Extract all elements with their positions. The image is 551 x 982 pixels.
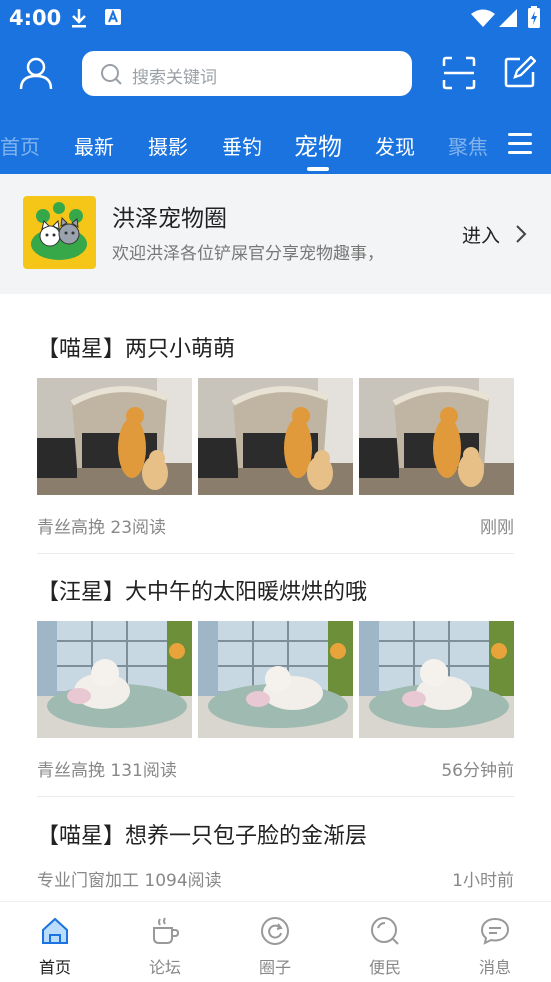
coffee-cup-icon	[150, 916, 180, 946]
nav-label: 消息	[478, 958, 511, 977]
tab-fishing[interactable]: 垂钓	[222, 131, 262, 160]
status-time: 4:00	[9, 6, 62, 30]
chat-bubble-icon	[480, 916, 510, 946]
post-author-reads: 青丝高挽 131阅读	[37, 761, 177, 781]
nav-services[interactable]: 便民	[330, 902, 440, 982]
post-image[interactable]	[198, 378, 353, 495]
post-title: 【汪星】大中午的太阳暖烘烘的哦	[37, 580, 368, 605]
scan-icon[interactable]	[442, 56, 476, 94]
search-placeholder: 搜索关键词	[132, 68, 217, 88]
circle-logo	[23, 196, 96, 269]
nav-label: 论坛	[148, 958, 181, 977]
post-title: 【喵星】想养一只包子脸的金渐层	[37, 824, 368, 849]
chevron-right-icon	[515, 224, 527, 248]
home-icon	[40, 916, 70, 946]
signal-icon	[499, 9, 517, 31]
app-header: 4:00 搜索关键词 首页 最新 摄影 垂钓 宠物 发现 聚焦	[0, 0, 551, 174]
nav-forum[interactable]: 论坛	[110, 902, 220, 982]
tab-home[interactable]: 首页	[0, 131, 40, 160]
active-tab-indicator	[307, 167, 329, 171]
tab-discover[interactable]: 发现	[375, 131, 415, 160]
post-author-reads: 青丝高挽 23阅读	[37, 518, 167, 538]
status-bar: 4:00	[0, 0, 551, 36]
nav-home[interactable]: 首页	[0, 902, 110, 982]
post-image[interactable]	[359, 621, 514, 738]
battery-charging-icon	[528, 6, 540, 32]
circle-description: 欢迎洪泽各位铲屎官分享宠物趣事，	[112, 244, 384, 264]
nav-label: 圈子	[258, 958, 291, 977]
post-time: 1小时前	[452, 871, 514, 891]
tab-focus[interactable]: 聚焦	[448, 131, 488, 160]
search-icon	[100, 63, 122, 89]
enter-circle-button[interactable]: 进入	[462, 221, 500, 248]
post-image[interactable]	[198, 621, 353, 738]
tab-photography[interactable]: 摄影	[148, 131, 188, 160]
search-circle-icon	[370, 916, 400, 946]
search-input[interactable]: 搜索关键词	[82, 51, 412, 96]
tab-latest[interactable]: 最新	[74, 131, 114, 160]
menu-icon[interactable]	[508, 133, 532, 160]
nav-label: 便民	[368, 958, 401, 977]
circle-name: 洪泽宠物圈	[112, 206, 227, 232]
tab-pets[interactable]: 宠物	[294, 127, 342, 162]
wifi-icon	[471, 9, 495, 31]
download-icon	[70, 8, 88, 32]
post-image[interactable]	[37, 621, 192, 738]
category-tabs: 首页 最新 摄影 垂钓 宠物 发现 聚焦	[0, 115, 551, 171]
divider	[37, 553, 514, 554]
top-bar: 搜索关键词	[0, 44, 551, 104]
post-images	[37, 621, 514, 738]
post-image[interactable]	[359, 378, 514, 495]
post-time: 56分钟前	[441, 761, 514, 781]
pet-circle-card[interactable]: 洪泽宠物圈 欢迎洪泽各位铲屎官分享宠物趣事， 进入	[0, 175, 551, 293]
post-images	[37, 378, 514, 495]
post-title: 【喵星】两只小萌萌	[37, 337, 236, 362]
edit-post-icon[interactable]	[504, 55, 537, 92]
nav-messages[interactable]: 消息	[440, 902, 550, 982]
post-author-reads: 专业门窗加工 1094阅读	[37, 871, 222, 891]
refresh-circle-icon	[260, 916, 290, 946]
post-feed: 【喵星】两只小萌萌 青丝高挽 23阅读 刚刚 【汪星】大中午的太阳暖烘烘的哦 青…	[0, 294, 551, 901]
nav-label: 首页	[38, 958, 71, 977]
post-time: 刚刚	[480, 518, 514, 538]
user-avatar-icon[interactable]	[19, 56, 53, 94]
post-image[interactable]	[37, 378, 192, 495]
font-app-icon	[104, 8, 122, 30]
divider	[37, 796, 514, 797]
bottom-navigation: 首页 论坛 圈子 便民 消息	[0, 901, 551, 982]
nav-circles[interactable]: 圈子	[220, 902, 330, 982]
